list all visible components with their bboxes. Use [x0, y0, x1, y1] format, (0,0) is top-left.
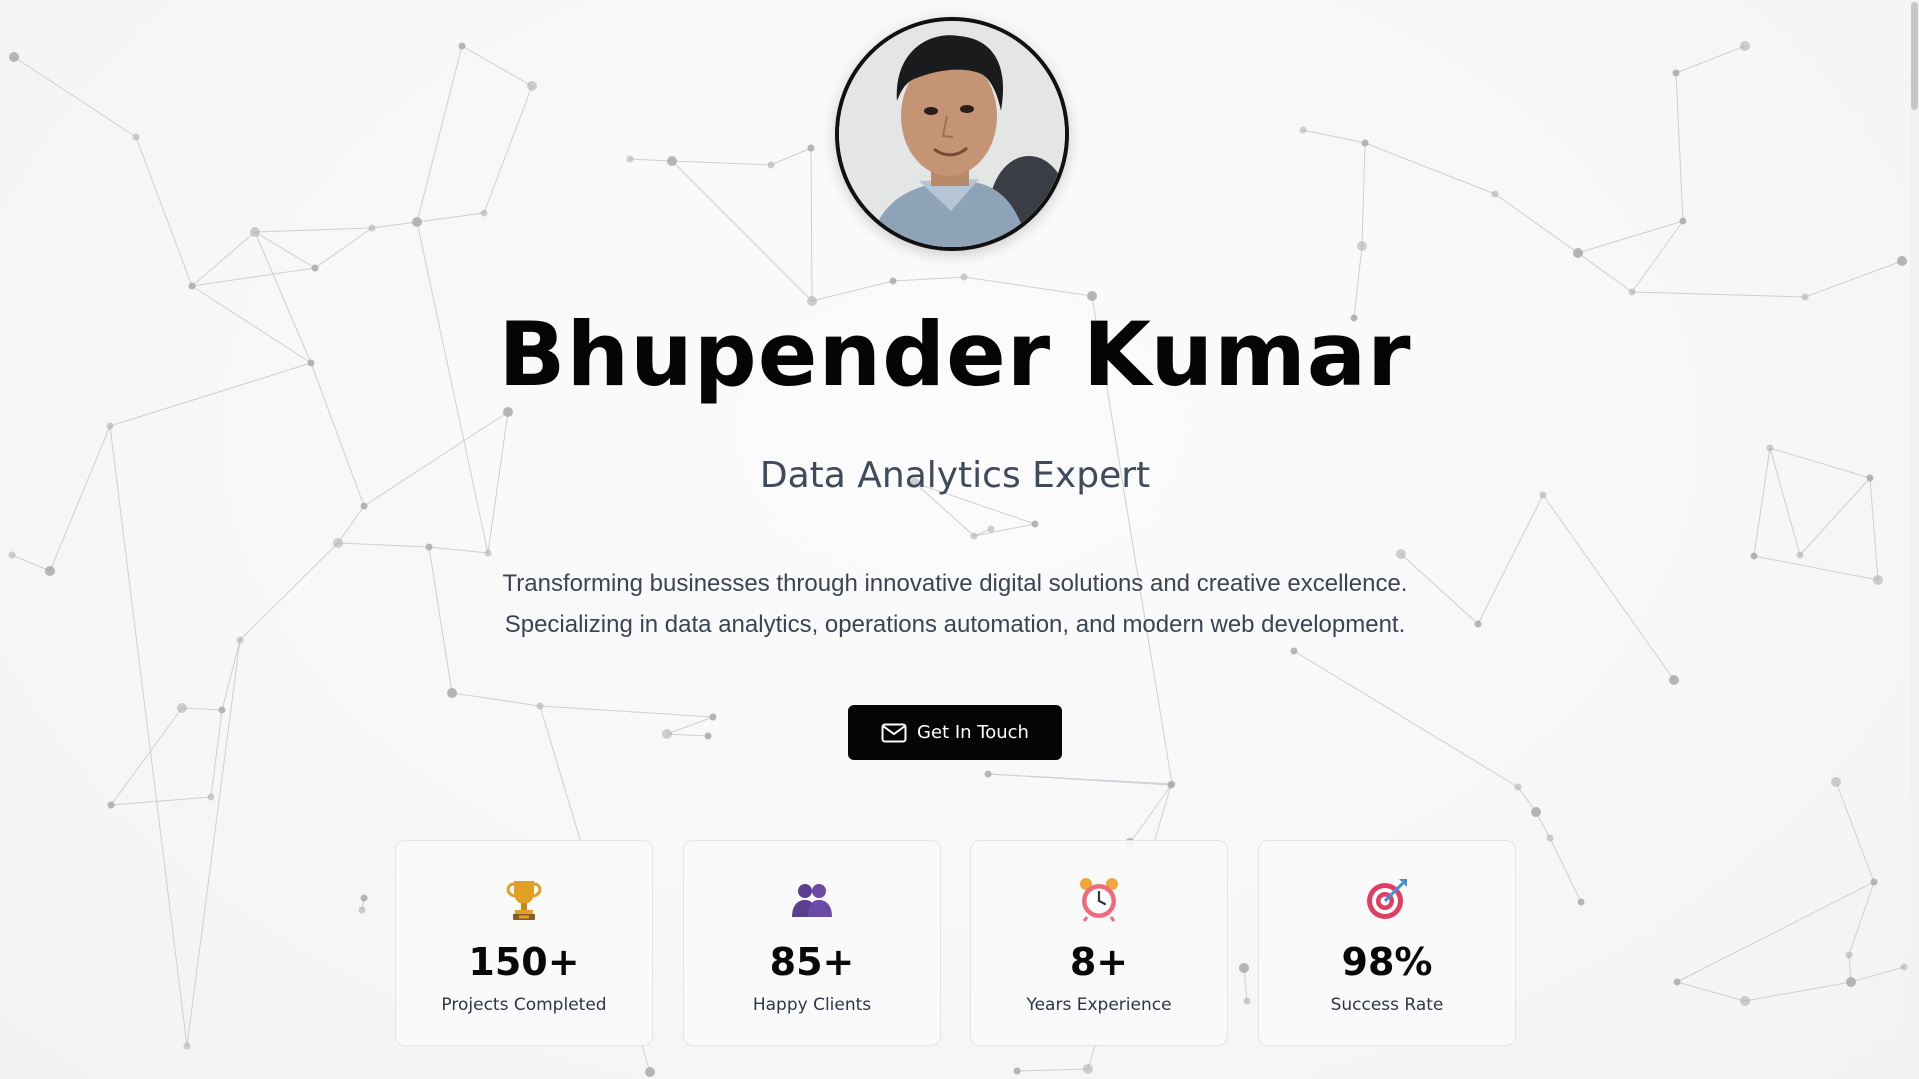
- page-title: Bhupender Kumar: [498, 303, 1412, 406]
- get-in-touch-button[interactable]: Get In Touch: [848, 705, 1062, 760]
- stat-value: 150+: [468, 940, 580, 984]
- stat-card-success: 98% Success Rate: [1258, 840, 1516, 1046]
- page-scrollbar[interactable]: [1910, 0, 1919, 1079]
- stat-value: 98%: [1341, 940, 1433, 984]
- stats-row: 150+ Projects Completed 85+ Happy Client…: [395, 840, 1516, 1047]
- page: Bhupender Kumar Data Analytics Expert Tr…: [0, 0, 1919, 1079]
- stat-label: Happy Clients: [752, 995, 872, 1015]
- get-in-touch-label: Get In Touch: [917, 722, 1029, 743]
- trophy-icon: [506, 881, 542, 920]
- hero-section: Bhupender Kumar Data Analytics Expert Tr…: [0, 0, 1910, 1079]
- people-icon: [792, 884, 832, 917]
- description-line-1: Transforming businesses through innovati…: [502, 570, 1408, 597]
- hero-description: Transforming businesses through innovati…: [0, 563, 1910, 645]
- stat-value: 85+: [769, 940, 855, 984]
- profile-avatar: [835, 17, 1069, 251]
- mail-icon: [881, 723, 907, 742]
- stat-card-clients: 85+ Happy Clients: [683, 840, 941, 1046]
- target-icon: [1367, 879, 1407, 919]
- description-line-2: Specializing in data analytics, operatio…: [504, 611, 1406, 638]
- stat-label: Success Rate: [1330, 995, 1444, 1015]
- job-title: Data Analytics Expert: [759, 455, 1151, 496]
- stat-value: 8+: [1069, 940, 1129, 984]
- scrollbar-thumb[interactable]: [1911, 2, 1918, 110]
- stat-card-experience: 8+ Years Experience: [970, 840, 1228, 1046]
- profile-photo: [839, 21, 1065, 247]
- stat-card-projects: 150+ Projects Completed: [395, 840, 653, 1046]
- alarm-clock-icon: [1080, 878, 1118, 922]
- stat-label: Years Experience: [1026, 995, 1172, 1015]
- stat-label: Projects Completed: [441, 995, 607, 1015]
